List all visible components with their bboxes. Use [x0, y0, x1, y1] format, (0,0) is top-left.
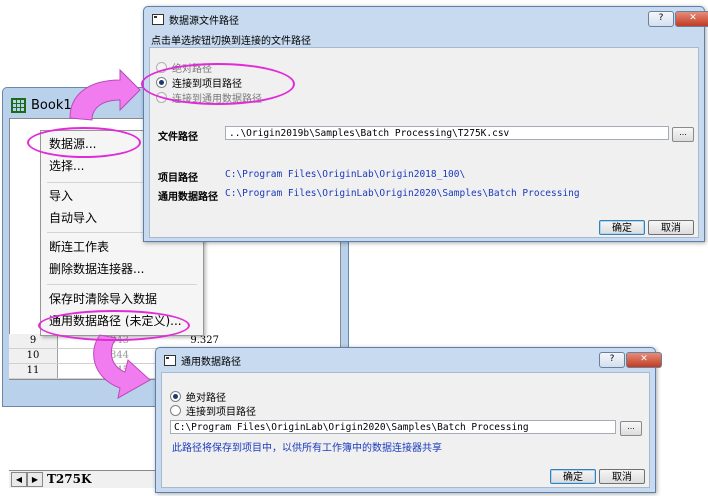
annotation-layer	[69, 68, 151, 399]
arrow-icon	[69, 68, 141, 121]
highlight-ellipse	[38, 310, 190, 341]
highlight-ellipse	[27, 127, 141, 158]
highlight-ellipse	[141, 63, 295, 105]
arrow-icon	[93, 334, 151, 399]
